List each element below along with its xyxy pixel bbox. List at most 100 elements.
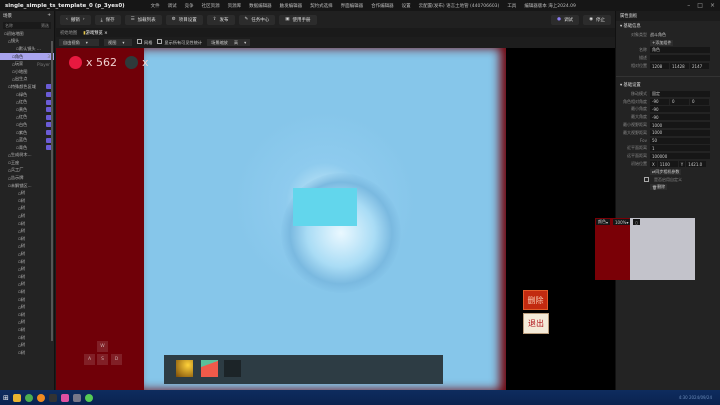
property-field[interactable]: 固定: [650, 90, 710, 97]
lightning-item-icon[interactable]: [176, 360, 193, 377]
pos-y-field[interactable]: 11428: [670, 63, 689, 70]
game-viewport[interactable]: x 562 x W A S D: [56, 48, 615, 390]
publish-button[interactable]: ⇪ 发布: [206, 14, 235, 25]
key-a[interactable]: A: [84, 354, 95, 365]
menu-item[interactable]: 界面编辑器: [341, 3, 364, 9]
key-s[interactable]: S: [97, 354, 108, 365]
menu-item[interactable]: 编辑器版本 海上2024.09: [524, 3, 576, 9]
tree-item[interactable]: ▫ 角色 3: [0, 52, 54, 61]
section-basic-info[interactable]: ▾ 基础信息: [616, 21, 720, 31]
menu-item[interactable]: 资源库: [228, 3, 242, 9]
empty-slot[interactable]: [224, 360, 241, 377]
minimize-icon[interactable]: –: [687, 2, 690, 9]
menu-item[interactable]: 社区资源: [202, 3, 220, 9]
tree-item-tree[interactable]: ▫ 树: [0, 258, 54, 266]
cam-y-field[interactable]: 1421.0: [686, 161, 707, 168]
add-icon[interactable]: +: [47, 13, 51, 19]
preview-lock-icon[interactable]: ▯: [633, 219, 640, 225]
menu-item[interactable]: 触发编辑器: [280, 3, 303, 9]
undo-button[interactable]: ‹ 撤销 ›: [60, 14, 91, 25]
angle-z-field[interactable]: 0: [690, 98, 709, 105]
tree-item[interactable]: ▫ 兵工厂: [0, 167, 54, 175]
menu-item[interactable]: 设置: [402, 3, 411, 9]
tree-item-tree[interactable]: ▫ 树: [0, 273, 54, 281]
tree-item-tree[interactable]: ▫ 树: [0, 250, 54, 258]
manual-button[interactable]: ▣ 使用手册: [279, 14, 317, 25]
tree-item[interactable]: ▫ 特殊颜色区域: [0, 83, 54, 91]
tree-item[interactable]: ▫ 未解锁区...: [0, 182, 54, 190]
sync-camera-button[interactable]: ⇄ 同步相机参数: [650, 168, 682, 175]
cam-x-field[interactable]: 1100: [657, 161, 678, 168]
tree-item[interactable]: ▫ 蓝色: [0, 136, 54, 144]
property-field[interactable]: 100000: [650, 153, 710, 160]
tree-item-tree[interactable]: ▫ 树: [0, 265, 54, 273]
tree-item[interactable]: ▫ 王座: [0, 159, 54, 167]
tree-item-tree[interactable]: ▫ 树: [0, 341, 54, 349]
close-icon[interactable]: ×: [710, 2, 715, 9]
wechat-icon[interactable]: [84, 393, 93, 402]
folder-icon[interactable]: [12, 393, 21, 402]
custom-checkbox[interactable]: [644, 176, 649, 182]
delete-component-button[interactable]: 🗑 删除: [650, 184, 668, 191]
filter-button[interactable]: 筛选: [41, 23, 49, 28]
menu-item[interactable]: 竞争: [185, 3, 194, 9]
tab-game-preview[interactable]: ▮游戏预览 ×: [83, 30, 108, 36]
tree-item[interactable]: ▫ 小地图: [0, 68, 54, 76]
preview-zoom-select[interactable]: 100% ▾: [613, 219, 631, 225]
tree-item-tree[interactable]: ▫ 树: [0, 227, 54, 235]
debug-button[interactable]: ● 调试: [551, 14, 580, 25]
menu-item[interactable]: 合作编辑器: [371, 3, 394, 9]
menu-item[interactable]: 数据编辑器: [249, 3, 272, 9]
tree-item-tree[interactable]: ▫ 树: [0, 334, 54, 342]
show-all-checkbox[interactable]: 显示所有可见性统计: [157, 39, 202, 46]
tree-item-tree[interactable]: ▫ 树: [0, 235, 54, 243]
property-field[interactable]: -90: [650, 114, 710, 121]
tree-item[interactable]: ▫ 黄色: [0, 106, 54, 114]
firefox-icon[interactable]: [36, 393, 45, 402]
tree-item-tree[interactable]: ▫ 树: [0, 326, 54, 334]
tree-item[interactable]: ▫ 绿色: [0, 91, 54, 99]
delete-button[interactable]: 删除: [523, 290, 548, 310]
tree-item[interactable]: ▫ 告示牌: [0, 174, 54, 182]
tree-item[interactable]: ▫ 生成树木...: [0, 152, 54, 160]
chrome-icon[interactable]: [24, 393, 33, 402]
tree-item-tree[interactable]: ▫ 树: [0, 220, 54, 228]
project-settings-button[interactable]: ⚙ 项目设置: [165, 14, 203, 25]
tree-item[interactable]: ▫ 白色: [0, 121, 54, 129]
grid-checkbox[interactable]: 网格: [137, 39, 152, 46]
windows-start-icon[interactable]: ⊞: [3, 394, 9, 402]
section-basic-settings[interactable]: ▾ 基础设置: [616, 80, 720, 90]
load-list-button[interactable]: ☰ 加载列表: [124, 14, 162, 25]
preview-mode-select[interactable]: 颜色 ▾: [596, 219, 611, 225]
tree-item[interactable]: ▫ 紫色: [0, 129, 54, 137]
tree-item[interactable]: ▫ 红色: [0, 114, 54, 122]
note-field[interactable]: [650, 55, 710, 62]
menu-item[interactable]: 云配置(发布) 语言土地管 (440706603): [419, 3, 500, 9]
tree-item-tree[interactable]: ▫ 树: [0, 311, 54, 319]
key-d[interactable]: D: [111, 354, 122, 365]
view-mode-select[interactable]: 自由视角 ▾: [59, 39, 99, 46]
maximize-icon[interactable]: □: [697, 2, 703, 9]
tree-item-tree[interactable]: ▫ 树: [0, 189, 54, 197]
exit-button[interactable]: 退出: [523, 313, 549, 334]
tree-item-tree[interactable]: ▫ 树: [0, 303, 54, 311]
menu-item[interactable]: 文件: [151, 3, 160, 9]
tree-item-tree[interactable]: ▫ 树: [0, 319, 54, 327]
stop-button[interactable]: ◉ 停止: [583, 14, 611, 25]
house-item-icon[interactable]: [201, 360, 218, 377]
task-center-button[interactable]: ✎ 任务中心: [238, 14, 276, 25]
tree-item-tree[interactable]: ▫ 树: [0, 281, 54, 289]
menu-item[interactable]: 契约式选择: [310, 3, 333, 9]
property-field[interactable]: -90: [650, 98, 669, 105]
camera-select[interactable]: 视图 ▾: [104, 39, 132, 46]
steam-icon[interactable]: [72, 393, 81, 402]
tree-item[interactable]: ▫ 初始地图: [0, 30, 54, 38]
tree-item[interactable]: ▫ 默认镜头 ...: [0, 45, 54, 53]
tree-item-tree[interactable]: ▫ 树: [0, 296, 54, 304]
tab-scene[interactable]: 初始地图: [60, 30, 77, 36]
add-component-button[interactable]: + 添加组件: [650, 39, 674, 46]
tree-item[interactable]: ▫ 青色: [0, 144, 54, 152]
search-input[interactable]: 名称 筛选: [3, 22, 51, 29]
scrollbar[interactable]: [51, 41, 53, 341]
app-icon[interactable]: [48, 393, 57, 402]
